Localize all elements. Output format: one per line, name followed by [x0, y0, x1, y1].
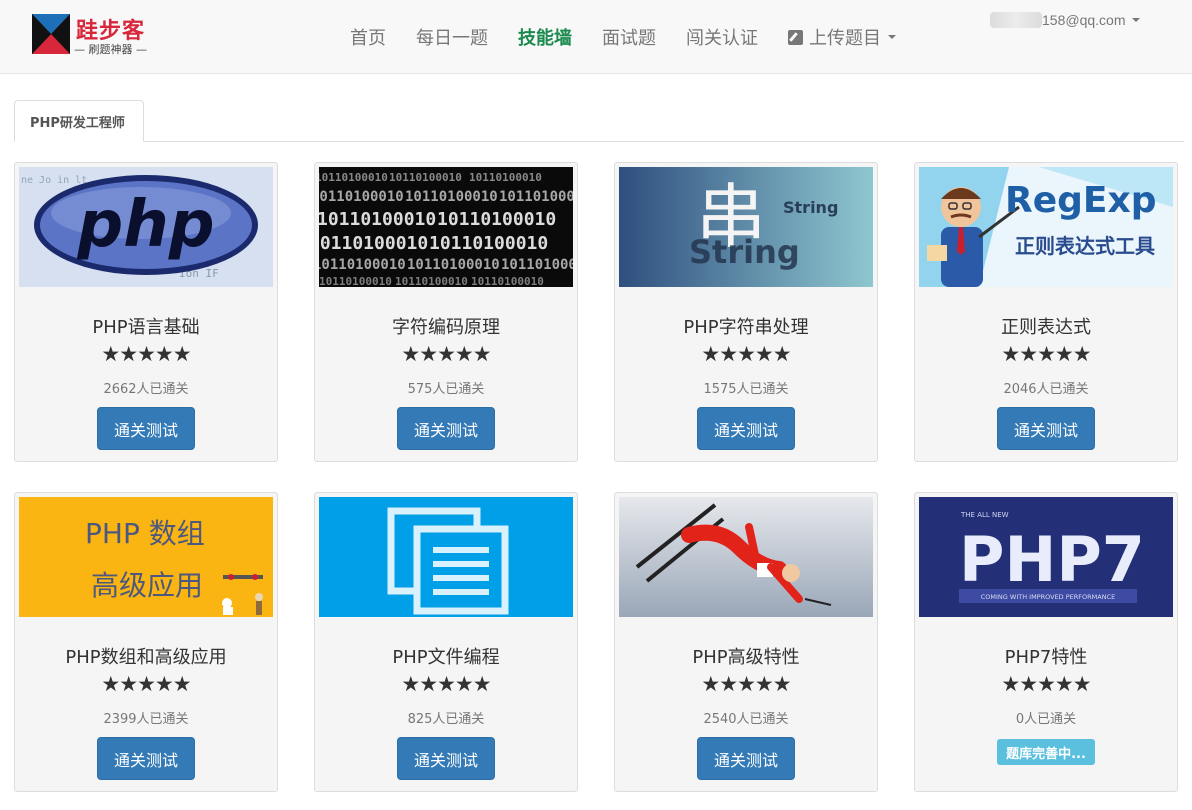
- card-image-binary-digits: 10110100010 10110100010 10110100010 1011…: [319, 167, 573, 287]
- svg-text:COMING WITH IMPROVED PERFORMAN: COMING WITH IMPROVED PERFORMANCE: [981, 593, 1115, 601]
- passed-count: 1575人已通关: [703, 382, 789, 397]
- card-title: 字符编码原理: [392, 317, 500, 338]
- skill-card: Ion IF ne Jo in lt php PHP语言基础 ★★★★★ 266…: [14, 162, 278, 462]
- start-test-button[interactable]: 通关测试: [397, 407, 495, 450]
- start-test-button[interactable]: 通关测试: [97, 737, 195, 780]
- nav-item-certification[interactable]: 闯关认证: [671, 0, 773, 74]
- svg-text:10110100010: 10110100010: [501, 257, 573, 273]
- svg-text:10110100010: 10110100010: [319, 189, 404, 205]
- brand-subtitle: — 刷题神器 —: [74, 43, 147, 56]
- card-title: 正则表达式: [1001, 317, 1091, 338]
- svg-text:10110100010: 10110100010: [319, 275, 392, 287]
- chevron-down-icon: [888, 35, 896, 39]
- svg-text:10110100010: 10110100010: [319, 171, 388, 184]
- skill-card: 串 String String PHP字符串处理 ★★★★★ 1575人已通关 …: [614, 162, 878, 462]
- start-test-button[interactable]: 通关测试: [397, 737, 495, 780]
- logo-mark-icon: [32, 14, 70, 54]
- skill-card: 10110100010 10110100010 10110100010 1011…: [314, 162, 578, 462]
- star-rating: ★★★★★: [701, 672, 791, 696]
- skill-card: THE ALL NEW PHP7 COMING WITH IMPROVED PE…: [914, 492, 1178, 792]
- skill-card: PHP文件编程 ★★★★★ 825人已通关 通关测试: [314, 492, 578, 792]
- nav-item-daily-question[interactable]: 每日一题: [401, 0, 503, 74]
- passed-count: 2662人已通关: [103, 382, 189, 397]
- question-bank-in-progress-badge: 题库完善中...: [997, 739, 1095, 765]
- redacted-email-prefix: [990, 12, 1042, 28]
- nav-item-upload-question[interactable]: 上传题目: [773, 0, 911, 74]
- svg-text:String: String: [783, 198, 838, 217]
- svg-text:10110100010: 10110100010: [319, 257, 406, 273]
- svg-text:THE ALL NEW: THE ALL NEW: [960, 511, 1009, 519]
- star-rating: ★★★★★: [101, 672, 191, 696]
- skill-card: PHP 数组 高级应用 PHP数组和高级应用 ★★★★★ 2399人已通关 通关…: [14, 492, 278, 792]
- svg-text:10110100010: 10110100010: [429, 233, 548, 254]
- card-image-regexp-cartoon: RegExp 正则表达式工具: [919, 167, 1173, 287]
- card-image-php7-banner: THE ALL NEW PHP7 COMING WITH IMPROVED PE…: [919, 497, 1173, 617]
- card-title: PHP语言基础: [92, 317, 200, 338]
- card-title: PHP7特性: [1004, 647, 1088, 668]
- svg-text:10110100010: 10110100010: [471, 275, 544, 287]
- card-title: PHP高级特性: [692, 647, 800, 668]
- start-test-button[interactable]: 通关测试: [697, 737, 795, 780]
- card-image-php-array-banner: PHP 数组 高级应用: [19, 497, 273, 617]
- start-test-button[interactable]: 通关测试: [97, 407, 195, 450]
- user-email: 158@qq.com: [1042, 12, 1126, 28]
- passed-count: 0人已通关: [1015, 712, 1077, 727]
- nav-item-home[interactable]: 首页: [335, 0, 401, 74]
- start-test-button[interactable]: 通关测试: [697, 407, 795, 450]
- star-rating: ★★★★★: [401, 672, 491, 696]
- svg-text:高级应用: 高级应用: [91, 569, 203, 602]
- svg-text:10110100010: 10110100010: [389, 171, 462, 184]
- card-image-string-graphic: 串 String String: [619, 167, 873, 287]
- card-title: PHP数组和高级应用: [65, 647, 227, 668]
- passed-count: 2399人已通关: [103, 712, 189, 727]
- start-test-button[interactable]: 通关测试: [997, 407, 1095, 450]
- svg-text:PHP 数组: PHP 数组: [85, 517, 205, 550]
- passed-count: 575人已通关: [407, 382, 485, 397]
- skill-card: RegExp 正则表达式工具 正则表达式 ★★★★★ 2046人已通关 通关测试: [914, 162, 1178, 462]
- svg-text:10110100010: 10110100010: [319, 233, 428, 254]
- passed-count: 2046人已通关: [1003, 382, 1089, 397]
- svg-text:PHP7: PHP7: [959, 523, 1145, 596]
- star-rating: ★★★★★: [1001, 672, 1091, 696]
- category-tabs: PHP研发工程师: [14, 100, 1184, 142]
- top-navbar: 跬步客 — 刷题神器 — 首页 每日一题 技能墙 面试题 闯关认证 上传题目 1…: [0, 0, 1192, 74]
- card-image-aerial-skier-photo: [619, 497, 873, 617]
- svg-text:正则表达式工具: 正则表达式工具: [1015, 234, 1155, 258]
- nav-item-skill-wall[interactable]: 技能墙: [503, 0, 587, 74]
- star-rating: ★★★★★: [1001, 342, 1091, 366]
- svg-text:10110100010: 10110100010: [469, 171, 542, 184]
- card-image-php-logo: Ion IF ne Jo in lt php: [19, 167, 273, 287]
- svg-text:10110100010: 10110100010: [405, 189, 498, 205]
- chevron-down-icon: [1132, 18, 1141, 22]
- upload-question-label: 上传题目: [809, 28, 881, 49]
- svg-text:php: php: [76, 188, 214, 262]
- skill-card: PHP高级特性 ★★★★★ 2540人已通关 通关测试: [614, 492, 878, 792]
- nav-item-interview-questions[interactable]: 面试题: [587, 0, 671, 74]
- svg-text:10110100010: 10110100010: [499, 189, 573, 205]
- card-title: PHP文件编程: [392, 647, 500, 668]
- svg-text:10110100010: 10110100010: [395, 275, 468, 287]
- card-image-document-copy-icon: [319, 497, 573, 617]
- main-nav: 首页 每日一题 技能墙 面试题 闯关认证 上传题目: [335, 0, 911, 74]
- svg-text:10110100010: 10110100010: [407, 257, 500, 273]
- star-rating: ★★★★★: [701, 342, 791, 366]
- svg-text:10110100010: 10110100010: [437, 209, 556, 230]
- svg-text:ne Jo in lt: ne Jo in lt: [21, 175, 87, 186]
- passed-count: 2540人已通关: [703, 712, 789, 727]
- svg-text:RegExp: RegExp: [1005, 180, 1157, 221]
- star-rating: ★★★★★: [101, 342, 191, 366]
- passed-count: 825人已通关: [407, 712, 485, 727]
- card-title: PHP字符串处理: [683, 317, 809, 338]
- site-logo[interactable]: 跬步客 — 刷题神器 —: [32, 13, 157, 57]
- tab-php-engineer[interactable]: PHP研发工程师: [14, 100, 144, 142]
- edit-icon: [788, 29, 803, 45]
- svg-text:10110100010: 10110100010: [319, 209, 436, 230]
- svg-text:String: String: [689, 233, 800, 271]
- user-menu[interactable]: 158@qq.com: [990, 12, 1141, 28]
- star-rating: ★★★★★: [401, 342, 491, 366]
